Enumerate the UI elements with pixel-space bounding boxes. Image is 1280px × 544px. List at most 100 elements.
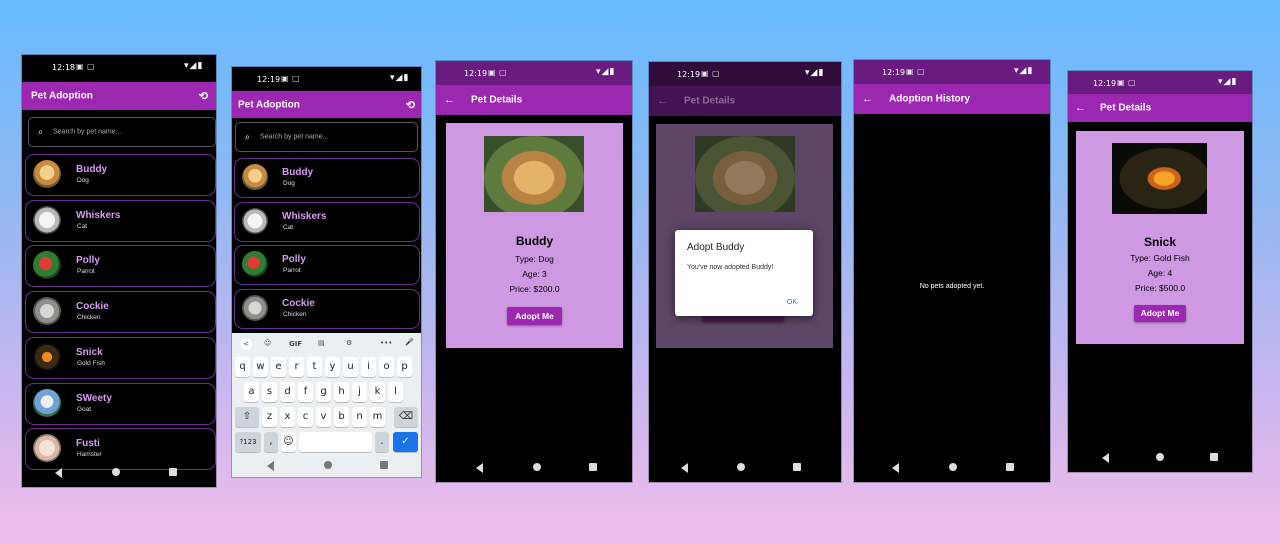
key-k[interactable]: k — [370, 382, 385, 402]
key-g[interactable]: g — [316, 382, 331, 402]
goldfish-avatar — [33, 343, 61, 371]
list-item[interactable]: Buddy Dog — [234, 158, 420, 198]
key-x[interactable]: x — [280, 407, 295, 427]
key-p[interactable]: p — [397, 357, 412, 377]
key-e[interactable]: e — [271, 357, 286, 377]
dialog-message: You've now adopted Buddy! — [687, 264, 774, 271]
nav-back-button[interactable] — [681, 463, 688, 473]
pet-name: Snick — [1143, 235, 1176, 249]
nav-home-button[interactable] — [949, 463, 957, 471]
dialog-ok-button[interactable]: OK — [787, 299, 797, 306]
history-icon[interactable]: ⟲ — [199, 90, 208, 103]
key-t[interactable]: t — [307, 357, 322, 377]
emoji-key[interactable]: ☺ — [281, 432, 296, 452]
nav-recents-button[interactable] — [589, 463, 597, 471]
pet-type: Chicken — [283, 311, 307, 318]
list-item[interactable]: Cockie Chicken — [234, 289, 420, 329]
adopt-button[interactable]: Adopt Me — [1134, 305, 1186, 322]
key-s[interactable]: s — [262, 382, 277, 402]
dog-avatar — [33, 160, 61, 188]
pet-detail-card: Buddy Type: Dog Age: 3 Price: $200.0 Ado… — [446, 123, 623, 348]
search-input[interactable]: ⌕ Search by pet name... — [28, 117, 216, 147]
search-input[interactable]: ⌕ Search by pet name... — [235, 122, 418, 152]
list-item[interactable]: Polly Parrot — [25, 245, 216, 287]
back-arrow-icon[interactable]: ← — [1075, 102, 1086, 114]
key-r[interactable]: r — [289, 357, 304, 377]
back-arrow-icon[interactable]: ← — [862, 93, 873, 105]
gif-button[interactable]: GIF — [289, 340, 302, 348]
key-l[interactable]: l — [388, 382, 403, 402]
list-item[interactable]: Polly Parrot — [234, 245, 420, 285]
backspace-key[interactable]: ⌫ — [394, 407, 418, 427]
system-nav-bar — [649, 456, 841, 482]
pet-name: Polly — [282, 254, 306, 265]
key-q[interactable]: q — [235, 357, 250, 377]
period-key[interactable]: . — [375, 432, 389, 452]
key-j[interactable]: j — [352, 382, 367, 402]
nav-back-button[interactable] — [55, 468, 62, 478]
key-h[interactable]: h — [334, 382, 349, 402]
enter-key[interactable]: ✓ — [393, 432, 418, 452]
key-i[interactable]: i — [361, 357, 376, 377]
key-d[interactable]: d — [280, 382, 295, 402]
app-bar: Pet Adoption ⟲ — [232, 91, 421, 118]
key-c[interactable]: c — [298, 407, 313, 427]
microphone-icon[interactable]: 🎤 — [405, 338, 414, 346]
key-n[interactable]: n — [352, 407, 367, 427]
parrot-avatar — [33, 251, 61, 279]
space-key[interactable] — [299, 432, 372, 452]
dog-photo — [484, 136, 584, 212]
nav-home-button[interactable] — [1156, 453, 1164, 461]
list-item[interactable]: Buddy Dog — [25, 154, 216, 196]
list-item[interactable]: SWeety Goat — [25, 383, 216, 425]
more-icon[interactable]: ••• — [380, 339, 392, 347]
system-nav-bar — [1068, 446, 1252, 472]
nav-back-button[interactable] — [892, 463, 899, 473]
key-v[interactable]: v — [316, 407, 331, 427]
nav-recents-button[interactable] — [380, 461, 388, 469]
nav-home-button[interactable] — [324, 461, 332, 469]
history-icon[interactable]: ⟲ — [406, 98, 415, 111]
symbols-key[interactable]: ?123 — [235, 432, 261, 452]
keyboard-collapse-button[interactable]: < — [240, 338, 252, 350]
comma-key[interactable]: , — [264, 432, 278, 452]
nav-home-button[interactable] — [112, 468, 120, 476]
sticker-icon[interactable]: ☺ — [264, 339, 271, 347]
nav-recents-button[interactable] — [793, 463, 801, 471]
nav-home-button[interactable] — [737, 463, 745, 471]
key-o[interactable]: o — [379, 357, 394, 377]
back-arrow-icon[interactable]: ← — [657, 95, 668, 107]
key-b[interactable]: b — [334, 407, 349, 427]
nav-recents-button[interactable] — [1210, 453, 1218, 461]
key-a[interactable]: a — [244, 382, 259, 402]
key-f[interactable]: f — [298, 382, 313, 402]
key-z[interactable]: z — [262, 407, 277, 427]
key-w[interactable]: w — [253, 357, 268, 377]
list-item[interactable]: Whiskers Cat — [234, 202, 420, 242]
nav-home-button[interactable] — [533, 463, 541, 471]
sim-icon: ▢ — [292, 74, 300, 83]
key-m[interactable]: m — [370, 407, 385, 427]
dog-avatar — [242, 164, 268, 190]
key-u[interactable]: u — [343, 357, 358, 377]
back-arrow-icon[interactable]: ← — [444, 94, 455, 106]
key-y[interactable]: y — [325, 357, 340, 377]
phone-pet-details-buddy: 12:19 ▣ ▢ ▾◢▮ ← Pet Details Buddy Type: … — [436, 61, 632, 482]
list-item[interactable]: Cockie Chicken — [25, 291, 216, 333]
signal-battery-icon: ▾◢▮ — [805, 68, 825, 78]
system-nav-bar — [854, 456, 1050, 482]
nav-back-button[interactable] — [1102, 453, 1109, 463]
nav-recents-button[interactable] — [169, 468, 177, 476]
pet-name: SWeety — [76, 393, 112, 404]
adopt-button[interactable]: Adopt Me — [507, 307, 562, 325]
settings-icon[interactable]: ⚙ — [346, 339, 352, 347]
nav-back-button[interactable] — [476, 463, 483, 473]
goat-avatar — [33, 389, 61, 417]
list-item[interactable]: Whiskers Cat — [25, 200, 216, 242]
pet-name: Cockie — [282, 298, 315, 309]
nav-back-button[interactable] — [267, 461, 274, 471]
nav-recents-button[interactable] — [1006, 463, 1014, 471]
clipboard-icon[interactable]: ▤ — [318, 339, 325, 347]
list-item[interactable]: Snick Gold Fish — [25, 337, 216, 379]
shift-key[interactable]: ⇧ — [235, 407, 259, 427]
